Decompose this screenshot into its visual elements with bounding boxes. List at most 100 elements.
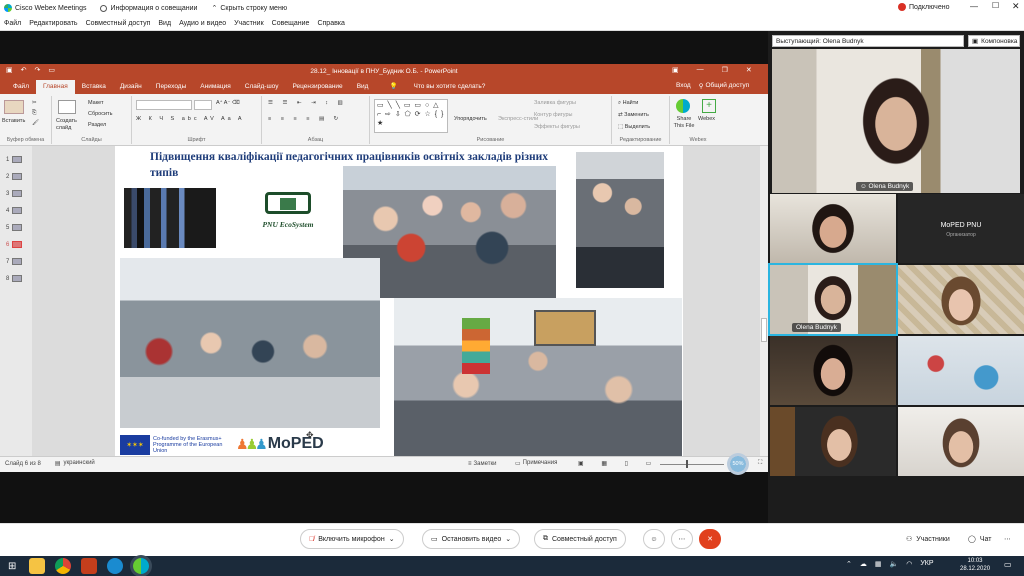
- slide-thumbnail[interactable]: 4: [6, 207, 23, 214]
- quick-styles-button[interactable]: Экспресс-стили: [498, 116, 538, 122]
- participant-video-tile[interactable]: [770, 336, 896, 405]
- menu-audio-video[interactable]: Аудио и видео: [179, 20, 226, 27]
- fit-slide-icon[interactable]: ⛶: [758, 460, 762, 467]
- copy-icon[interactable]: ⎘: [32, 110, 36, 117]
- zoom-slider-thumb[interactable]: [686, 460, 688, 468]
- shape-outline-button[interactable]: Контур фигуры: [534, 112, 572, 118]
- meeting-info-tab[interactable]: Информация о совещании: [100, 4, 197, 12]
- menu-share[interactable]: Совместный доступ: [86, 20, 151, 27]
- menu-view[interactable]: Вид: [158, 20, 171, 27]
- save-icon[interactable]: ▣: [6, 66, 13, 74]
- notification-icon[interactable]: ▭: [1004, 560, 1012, 569]
- layout-button[interactable]: ▣ Компоновка: [968, 35, 1020, 47]
- chevron-down-icon[interactable]: ⌄: [505, 535, 511, 543]
- leave-meeting-button[interactable]: ✕: [699, 529, 721, 549]
- tab-design[interactable]: Дизайн: [113, 80, 149, 94]
- present-icon[interactable]: ▭: [48, 66, 55, 74]
- chat-button[interactable]: ◯ Чат: [960, 529, 1000, 549]
- shape-effects-button[interactable]: Эффекты фигуры: [534, 124, 580, 130]
- reset-button[interactable]: Сбросить: [88, 111, 112, 117]
- new-slide-icon[interactable]: [58, 100, 76, 114]
- menu-meeting[interactable]: Совещание: [272, 20, 310, 27]
- replace-button[interactable]: ⇄ Заменить: [618, 112, 649, 118]
- slide-thumbnail[interactable]: 3: [6, 190, 23, 197]
- share-file-button[interactable]: Share This File: [672, 116, 696, 130]
- share-button[interactable]: ⚲ Общий доступ: [699, 82, 749, 90]
- slide-thumbnail[interactable]: 8: [6, 275, 23, 282]
- select-button[interactable]: ⬚ Выделить: [618, 124, 650, 130]
- edge-icon[interactable]: [107, 558, 124, 574]
- new-slide-button[interactable]: Создать слайд: [56, 118, 84, 132]
- windows-start-icon[interactable]: ⊞: [8, 561, 16, 572]
- reactions-button[interactable]: ☺: [643, 529, 665, 549]
- onedrive-icon[interactable]: ☁: [860, 560, 867, 568]
- list-buttons[interactable]: ☰ ☰ ⇤ ⇥ ↕ ▥: [268, 100, 347, 106]
- tab-file[interactable]: Файл: [6, 80, 36, 94]
- shape-fill-button[interactable]: Заливка фигуры: [534, 100, 576, 106]
- slide-thumbnail[interactable]: 7: [6, 258, 23, 265]
- share-content-button[interactable]: ⧉ Совместный доступ: [534, 529, 626, 549]
- undo-icon[interactable]: ↶: [21, 66, 27, 74]
- zoom-level[interactable]: 50%: [727, 453, 749, 475]
- align-buttons[interactable]: ≡ ≡ ≡ ≡ ▤ ↻: [268, 116, 342, 122]
- menu-edit[interactable]: Редактировать: [29, 20, 77, 27]
- shapes-gallery[interactable]: ▭ ╲ ╲ ▭ ▭ ○ △ ⌐ ⇨ ⇩ ⬠ ⟳ ☆ { } ★: [374, 99, 448, 133]
- network-icon[interactable]: ▦: [875, 560, 882, 568]
- font-name-select[interactable]: [136, 100, 192, 110]
- volume-icon[interactable]: 🔈: [890, 560, 899, 568]
- ppt-minimize-button[interactable]: —: [697, 66, 704, 74]
- chrome-icon[interactable]: [55, 558, 72, 574]
- wifi-icon[interactable]: ◠: [906, 560, 912, 568]
- participant-video-tile[interactable]: [898, 265, 1024, 334]
- maximize-button[interactable]: ☐: [992, 1, 999, 10]
- arrange-button[interactable]: Упорядочить: [454, 116, 487, 122]
- layout-button[interactable]: Макет: [88, 100, 104, 106]
- paste-icon[interactable]: [4, 100, 24, 114]
- webex-taskbar-icon[interactable]: [133, 558, 150, 574]
- tab-transitions[interactable]: Переходы: [149, 80, 194, 94]
- slide-thumbnail[interactable]: 2: [6, 173, 23, 180]
- participant-video-tile[interactable]: [898, 336, 1024, 405]
- ppt-maximize-button[interactable]: ❐: [722, 66, 728, 74]
- hide-menubar-tab[interactable]: ⌃ Скрыть строку меню: [211, 4, 287, 13]
- grow-font-icon[interactable]: A⁺ A⁻ ⌫: [216, 100, 240, 106]
- file-explorer-icon[interactable]: [29, 558, 46, 574]
- tab-view[interactable]: Вид: [350, 80, 376, 94]
- chevron-down-icon[interactable]: ⌄: [389, 535, 395, 543]
- ribbon-options-icon[interactable]: ▣: [672, 66, 679, 74]
- section-button[interactable]: Раздел: [88, 122, 106, 128]
- more-options-button[interactable]: ⋯: [671, 529, 693, 549]
- close-window-button[interactable]: ✕: [1012, 1, 1020, 12]
- notes-button[interactable]: ≡ Заметки: [468, 461, 496, 467]
- view-buttons[interactable]: ▣ ▦ ▯ ▭: [578, 460, 659, 467]
- font-format-buttons[interactable]: Ж К Ч S abc AV Aa A: [136, 116, 245, 122]
- tab-animations[interactable]: Анимация: [193, 80, 238, 94]
- participant-video-tile[interactable]: [770, 407, 896, 476]
- ppt-close-button[interactable]: ✕: [746, 66, 752, 74]
- redo-icon[interactable]: ↷: [35, 66, 41, 74]
- clock[interactable]: 10:03 28.12.2020: [960, 557, 990, 573]
- language-indicator-tray[interactable]: УКР: [920, 560, 933, 568]
- menu-participant[interactable]: Участник: [234, 20, 264, 27]
- participant-video-tile[interactable]: Olena Budnyk: [768, 263, 898, 336]
- tab-slideshow[interactable]: Слайд-шоу: [238, 80, 286, 94]
- find-button[interactable]: ⌕ Найти: [618, 100, 638, 107]
- minimize-button[interactable]: —: [970, 2, 978, 11]
- participant-video-tile[interactable]: [898, 407, 1024, 476]
- tab-insert[interactable]: Вставка: [75, 80, 113, 94]
- unmute-button[interactable]: 🎙̸ Включить микрофон ⌄: [300, 529, 404, 549]
- menu-file[interactable]: Файл: [4, 20, 21, 27]
- login-link[interactable]: Вход: [676, 82, 691, 90]
- menu-help[interactable]: Справка: [317, 20, 344, 27]
- zoom-slider[interactable]: [660, 464, 724, 465]
- participant-video-tile[interactable]: [770, 194, 896, 263]
- webex-button[interactable]: Webex: [698, 116, 715, 122]
- slide-thumbnail[interactable]: 6: [6, 241, 23, 248]
- language-indicator[interactable]: ▤ украинский: [55, 460, 95, 467]
- cut-icon[interactable]: ✂: [32, 100, 37, 106]
- participants-button[interactable]: ⚇ Участники: [898, 529, 958, 549]
- slide-thumbnail[interactable]: 5: [6, 224, 23, 231]
- slide-thumbnail[interactable]: 1: [6, 156, 23, 163]
- tell-me-box[interactable]: 💡 Что вы хотите сделать?: [375, 80, 499, 94]
- format-painter-icon[interactable]: 🖌: [32, 120, 39, 126]
